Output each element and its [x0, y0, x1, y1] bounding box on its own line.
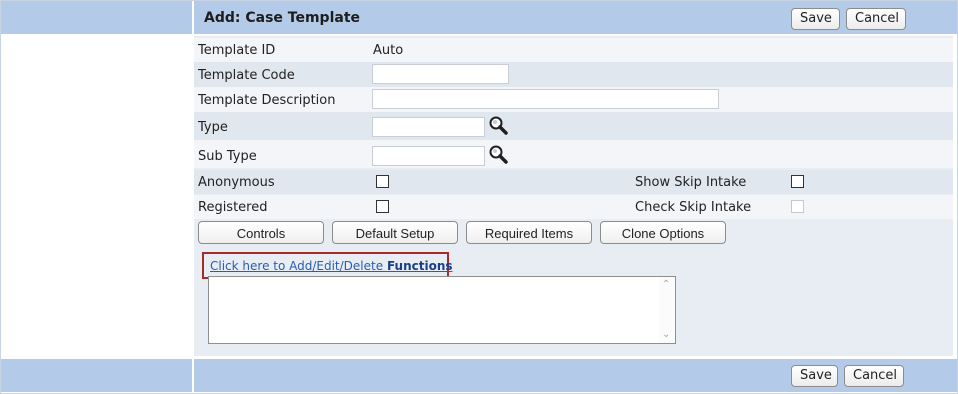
template-id-label: Template ID: [198, 43, 276, 58]
footer-bar: Save Cancel: [194, 359, 957, 392]
registered-label: Registered: [198, 200, 268, 215]
left-header-band: [1, 1, 192, 34]
clone-options-button[interactable]: Clone Options: [600, 221, 726, 244]
cancel-button[interactable]: Cancel: [846, 8, 906, 30]
magnifier-icon[interactable]: [488, 144, 510, 164]
functions-link[interactable]: Click here to Add/Edit/Delete Functions: [210, 259, 453, 273]
row-anonymous: Anonymous Show Skip Intake: [194, 170, 953, 194]
default-setup-button[interactable]: Default Setup: [332, 221, 458, 244]
controls-button[interactable]: Controls: [198, 221, 324, 244]
row-type: Type: [194, 112, 953, 140]
left-footer-band: [1, 359, 192, 392]
row-template-description: Template Description: [194, 87, 953, 112]
registered-checkbox[interactable]: [376, 200, 389, 213]
textarea-scrollbar[interactable]: ⌃ ⌄: [659, 277, 675, 343]
functions-textarea[interactable]: ⌃ ⌄: [208, 276, 676, 344]
sub-type-label: Sub Type: [198, 149, 257, 164]
footer-save-button[interactable]: Save: [791, 365, 838, 387]
template-id-value: Auto: [373, 43, 404, 58]
template-description-label: Template Description: [198, 93, 336, 108]
type-label: Type: [198, 120, 228, 135]
scroll-down-icon[interactable]: ⌄: [662, 329, 670, 340]
footer-cancel-button[interactable]: Cancel: [844, 365, 904, 387]
row-template-code: Template Code: [194, 62, 953, 87]
functions-link-prefix: Click here to Add/Edit/Delete: [210, 259, 387, 273]
row-template-id: Template ID Auto: [194, 38, 953, 62]
row-sub-type: Sub Type: [194, 140, 953, 168]
magnifier-icon[interactable]: [488, 115, 510, 135]
sub-type-input[interactable]: [372, 146, 485, 166]
type-input[interactable]: [372, 117, 485, 137]
check-skip-intake-checkbox: [791, 200, 804, 213]
row-registered: Registered Check Skip Intake: [194, 195, 953, 219]
scroll-up-icon[interactable]: ⌃: [662, 279, 670, 290]
save-button[interactable]: Save: [791, 8, 840, 30]
template-code-label: Template Code: [198, 68, 295, 83]
show-skip-intake-checkbox[interactable]: [791, 175, 804, 188]
functions-link-bold: Functions: [386, 259, 453, 273]
page-title: Add: Case Template: [204, 10, 361, 26]
left-column: [1, 1, 192, 392]
anonymous-checkbox[interactable]: [376, 175, 389, 188]
show-skip-intake-label: Show Skip Intake: [635, 175, 747, 190]
form-content: Template ID Auto Template Code Template …: [194, 36, 953, 356]
check-skip-intake-label: Check Skip Intake: [635, 200, 752, 215]
template-description-input[interactable]: [372, 89, 719, 109]
required-items-button[interactable]: Required Items: [466, 221, 592, 244]
anonymous-label: Anonymous: [198, 175, 275, 190]
template-code-input[interactable]: [372, 64, 509, 84]
functions-link-highlight: Click here to Add/Edit/Delete Functions: [202, 252, 453, 279]
header-bar: Add: Case Template Save Cancel: [194, 1, 957, 34]
